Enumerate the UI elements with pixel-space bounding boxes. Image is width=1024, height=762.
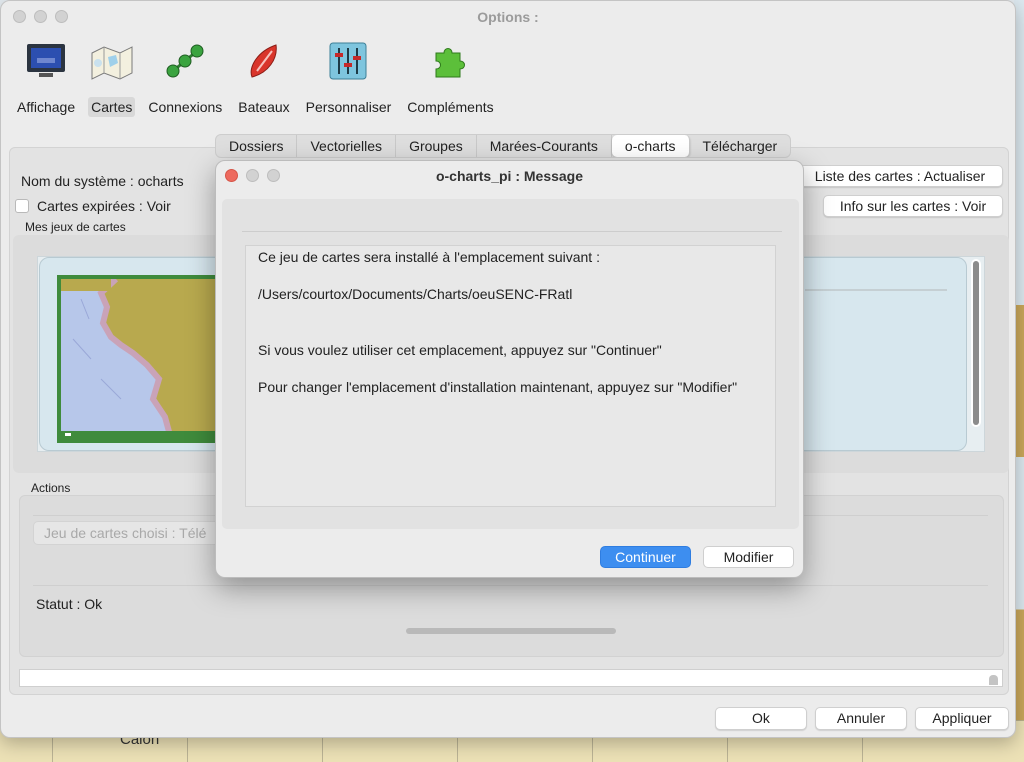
apply-button[interactable]: Appliquer [915,707,1009,730]
expired-charts-checkbox[interactable] [15,199,29,213]
tab-groupes[interactable]: Groupes [396,135,477,157]
expired-charts-row: Cartes expirées : Voir [15,198,171,214]
monitor-icon [24,39,68,83]
actions-divider [33,585,988,586]
tab-o-charts[interactable]: o-charts [611,135,690,157]
toolbar-item-bateaux[interactable]: Bateaux [230,39,297,119]
dialog-titlebar: o-charts_pi : Message [216,161,803,191]
sliders-icon [326,39,370,83]
modify-button[interactable]: Modifier [703,546,794,568]
dialog-divider [242,231,782,232]
message-line: Ce jeu de cartes sera installé à l'empla… [258,249,600,265]
close-icon[interactable] [225,169,238,182]
toolbar-label: Cartes [88,97,136,117]
toolbar-label: Bateaux [238,99,290,115]
dialog-window-controls [225,169,280,182]
minimize-icon[interactable] [34,10,47,23]
ok-button[interactable]: Ok [715,707,807,730]
progress-bar [19,669,1003,687]
chartset-thumbnail [57,275,227,443]
actions-horizontal-scrollbar[interactable] [406,628,616,634]
boat-icon [242,39,286,83]
window-title: Options : [477,9,539,25]
chartsets-scrollbar[interactable] [971,259,981,427]
toolbar-item-complements[interactable]: Compléments [399,39,501,119]
message-line: Si vous voulez utiliser cet emplacement,… [258,342,662,358]
dialog-title: o-charts_pi : Message [435,168,584,184]
scrollbar-thumb[interactable] [973,261,979,425]
window-titlebar: Options : [1,1,1015,33]
progress-resize-handle[interactable] [989,675,998,685]
tab-dossiers[interactable]: Dossiers [216,135,298,157]
connections-icon [163,39,207,83]
zoom-icon[interactable] [267,169,280,182]
toolbar-label: Compléments [407,99,494,115]
toolbar-item-personnaliser[interactable]: Personnaliser [298,39,400,119]
message-dialog: o-charts_pi : Message Ce jeu de cartes s… [215,160,804,578]
message-box [245,245,776,507]
system-name-label: Nom du système : ocharts [21,173,184,189]
continue-button[interactable]: Continuer [600,546,691,568]
toolbar-label: Connexions [148,99,223,115]
toolbar-label: Affichage [17,99,76,115]
toolbar-item-connexions[interactable]: Connexions [140,39,230,119]
refresh-chart-list-button[interactable]: Liste des cartes : Actualiser [797,165,1003,187]
install-path: /Users/courtox/Documents/Charts/oeuSENC-… [258,286,573,302]
chartset-divider [805,289,947,291]
chartsets-label: Mes jeux de cartes [25,220,126,234]
puzzle-icon [428,39,472,83]
toolbar-item-cartes[interactable]: Cartes [83,39,140,119]
options-toolbar: Affichage Cartes Connexions Bateaux Pers… [9,39,502,119]
minimize-icon[interactable] [246,169,259,182]
cancel-button[interactable]: Annuler [815,707,907,730]
charts-tabbar: Dossiers Vectorielles Groupes Marées-Cou… [215,134,792,158]
tab-telecharger[interactable]: Télécharger [690,135,791,157]
expired-charts-label: Cartes expirées : Voir [37,198,171,214]
toolbar-item-affichage[interactable]: Affichage [9,39,83,119]
message-line: Pour changer l'emplacement d'installatio… [258,379,738,395]
window-controls [13,10,68,23]
tab-marees-courants[interactable]: Marées-Courants [477,135,612,157]
tab-vectorielles[interactable]: Vectorielles [297,135,397,157]
chart-info-button[interactable]: Info sur les cartes : Voir [823,195,1003,217]
chosen-chartset-button[interactable]: Jeu de cartes choisi : Télé [33,521,223,545]
charts-icon [90,39,134,83]
status-label: Statut : Ok [36,596,103,612]
zoom-icon[interactable] [55,10,68,23]
close-icon[interactable] [13,10,26,23]
actions-label: Actions [31,481,71,495]
toolbar-label: Personnaliser [305,99,392,115]
